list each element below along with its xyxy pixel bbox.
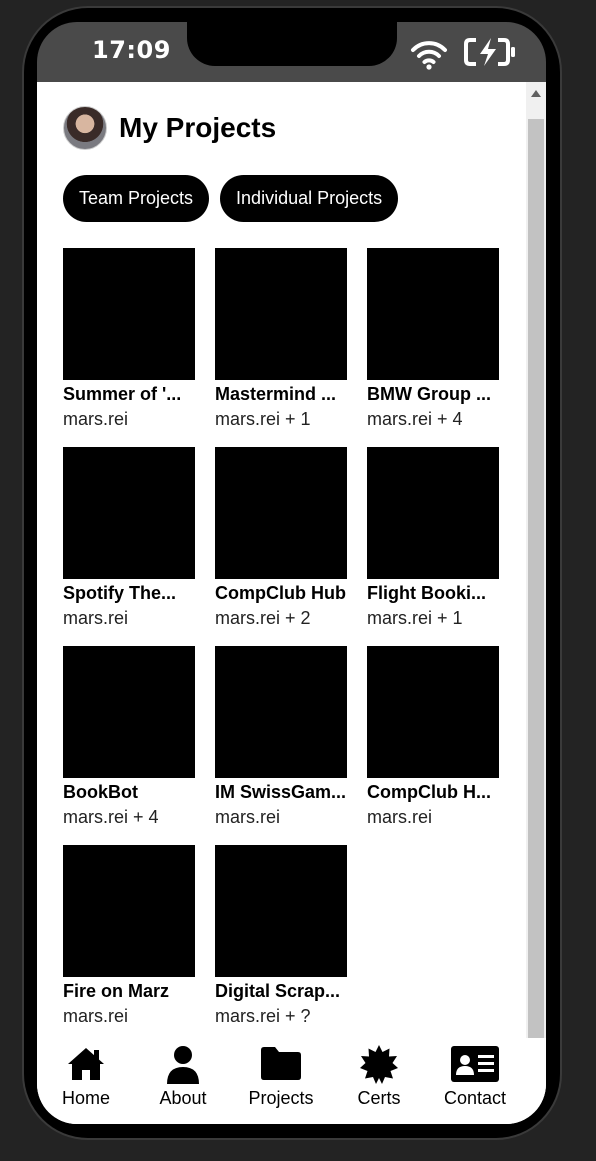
project-title: IM SwissGam... (215, 782, 347, 802)
nav-label: Certs (357, 1088, 401, 1108)
project-owner: mars.rei (63, 608, 129, 628)
page-header: My Projects (63, 106, 276, 150)
project-card[interactable]: BMW Group ... mars.rei + 4 (367, 248, 499, 430)
scroll-up-arrow-icon[interactable] (531, 90, 541, 97)
nav-item-certs[interactable]: Certs (355, 1044, 403, 1109)
nav-item-projects[interactable]: Projects (248, 1044, 314, 1109)
project-thumbnail[interactable] (63, 646, 195, 778)
certificate-icon (360, 1045, 398, 1084)
project-title: Spotify The... (63, 583, 177, 603)
project-card[interactable]: Mastermind ... mars.rei + 1 (215, 248, 347, 430)
nav-item-contact[interactable]: Contact (443, 1044, 507, 1109)
tab-team-projects[interactable]: Team Projects (63, 175, 210, 222)
project-title: Fire on Marz (63, 981, 170, 1001)
project-grid: Summer of '... mars.rei Mastermind ... m… (63, 248, 499, 1027)
project-card[interactable]: Fire on Marz mars.rei (63, 845, 195, 1027)
project-owner: mars.rei + 2 (215, 608, 311, 628)
project-title: CompClub Hub (215, 583, 346, 603)
nav-item-home[interactable]: Home (61, 1044, 111, 1109)
battery-charging-icon (464, 38, 515, 66)
project-thumbnail[interactable] (367, 447, 499, 579)
app-screen: My Projects Team Projects Individual Pro… (37, 82, 546, 1124)
wifi-icon (411, 41, 447, 70)
project-thumbnail[interactable] (215, 646, 347, 778)
project-title: Mastermind ... (215, 384, 337, 404)
tab-individual-projects[interactable]: Individual Projects (220, 175, 399, 222)
project-owner: mars.rei (63, 1006, 129, 1026)
project-owner: mars.rei (367, 807, 433, 827)
project-thumbnail[interactable] (215, 248, 347, 380)
page-title: My Projects (119, 112, 277, 143)
project-thumbnail[interactable] (63, 447, 195, 579)
project-card[interactable]: IM SwissGam... mars.rei (215, 646, 347, 828)
scrollbar-thumb[interactable] (528, 119, 544, 1071)
contact-card-icon (451, 1046, 499, 1082)
project-title: Flight Booki... (367, 583, 486, 603)
user-icon (167, 1046, 199, 1084)
notch (187, 20, 397, 66)
project-owner: mars.rei + ? (215, 1006, 311, 1026)
home-icon (68, 1048, 104, 1080)
project-card[interactable]: Digital Scrap... mars.rei + ? (215, 845, 347, 1027)
nav-label: About (159, 1088, 207, 1108)
project-card[interactable]: Spotify The... mars.rei (63, 447, 195, 629)
project-title: CompClub H... (367, 782, 491, 802)
project-title: BMW Group ... (367, 384, 491, 404)
bottom-nav: Home About Projects Certs Contact (37, 1038, 546, 1124)
project-thumbnail[interactable] (215, 845, 347, 977)
nav-label: Projects (248, 1088, 314, 1108)
project-card[interactable]: Flight Booki... mars.rei + 1 (367, 447, 499, 629)
project-title: Summer of '... (63, 384, 182, 404)
avatar[interactable] (63, 106, 107, 150)
nav-item-about[interactable]: About (157, 1044, 209, 1109)
project-thumbnail[interactable] (215, 447, 347, 579)
project-owner: mars.rei + 4 (367, 409, 463, 429)
project-owner: mars.rei + 1 (215, 409, 311, 429)
project-thumbnail[interactable] (63, 845, 195, 977)
project-filter-tabs: Team Projects Individual Projects (63, 175, 399, 222)
project-owner: mars.rei + 1 (367, 608, 463, 628)
project-owner: mars.rei + 4 (63, 807, 159, 827)
nav-label: Contact (443, 1088, 507, 1108)
project-card[interactable]: CompClub H... mars.rei (367, 646, 499, 828)
project-card[interactable]: Summer of '... mars.rei (63, 248, 195, 430)
project-title: Digital Scrap... (215, 981, 341, 1001)
status-time: 17:09 (92, 36, 171, 64)
folder-icon (261, 1047, 301, 1080)
project-owner: mars.rei (215, 807, 281, 827)
nav-label: Home (61, 1088, 110, 1108)
project-card[interactable]: CompClub Hub mars.rei + 2 (215, 447, 347, 629)
project-thumbnail[interactable] (367, 248, 499, 380)
project-owner: mars.rei (63, 409, 129, 429)
project-thumbnail[interactable] (367, 646, 499, 778)
project-card[interactable]: BookBot mars.rei + 4 (63, 646, 195, 828)
project-thumbnail[interactable] (63, 248, 195, 380)
project-title: BookBot (63, 782, 138, 802)
